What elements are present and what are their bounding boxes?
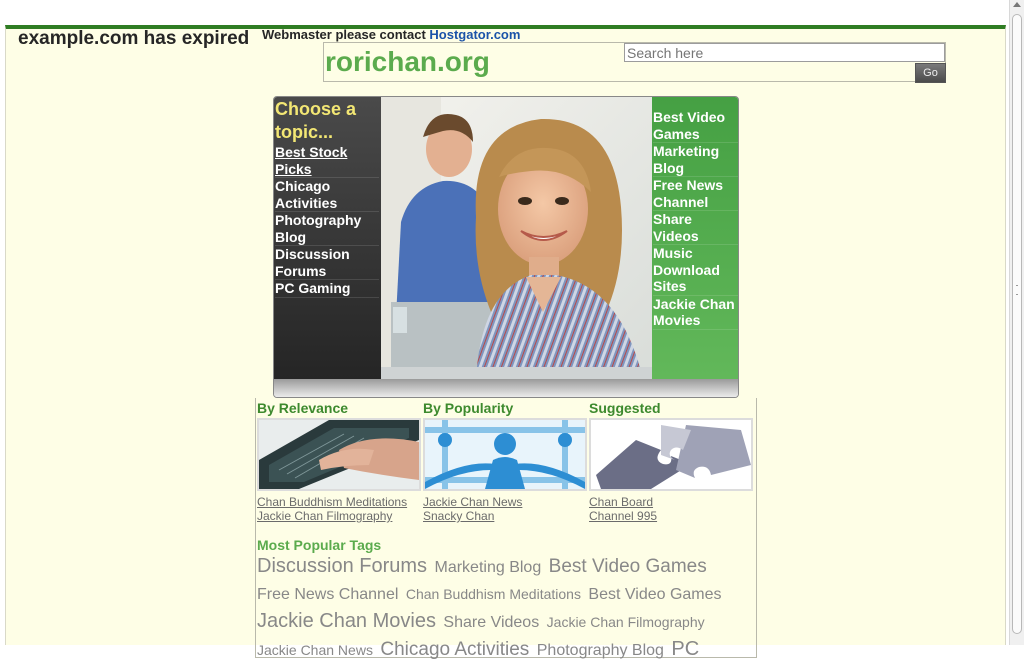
tag-link[interactable]: Jackie Chan Filmography bbox=[547, 614, 705, 630]
topic-link-marketing-blog[interactable]: Marketing Blog bbox=[653, 143, 738, 177]
topic-link-photography-blog[interactable]: Photography Blog bbox=[275, 212, 379, 246]
tag-link[interactable]: Chan Buddhism Meditations bbox=[406, 586, 581, 602]
column-heading-suggested: Suggested bbox=[589, 400, 661, 416]
link-chan-buddhism-meditations[interactable]: Chan Buddhism Meditations bbox=[257, 495, 407, 509]
tag-link[interactable]: Best Video Games bbox=[588, 586, 721, 603]
link-jackie-chan-filmography[interactable]: Jackie Chan Filmography bbox=[257, 509, 392, 523]
popular-tags-heading: Most Popular Tags bbox=[257, 537, 382, 553]
scroll-up-arrow-icon[interactable] bbox=[1013, 2, 1021, 7]
go-button[interactable]: Go bbox=[915, 63, 946, 83]
link-jackie-chan-news[interactable]: Jackie Chan News bbox=[423, 495, 522, 509]
people-network-thumbnail[interactable] bbox=[423, 418, 587, 491]
puzzle-image bbox=[591, 420, 751, 489]
column-heading-relevance: By Relevance bbox=[257, 400, 349, 416]
puzzle-pieces-thumbnail[interactable] bbox=[589, 418, 753, 491]
topic-link-pc-gaming[interactable]: PC Gaming bbox=[275, 280, 379, 298]
hostgator-link[interactable]: Hostgator.com bbox=[429, 27, 520, 42]
topic-banner: Choose a topic... Best Stock Picks Chica… bbox=[273, 96, 739, 398]
tag-link[interactable]: Free News Channel bbox=[257, 586, 398, 603]
scrollbar-thumb[interactable] bbox=[1012, 14, 1022, 634]
tag-link[interactable]: Jackie Chan News bbox=[257, 642, 373, 658]
column-heading-popularity: By Popularity bbox=[423, 400, 514, 416]
tag-link[interactable]: Best Video Games bbox=[549, 556, 707, 577]
choose-topic-label: Choose a topic... bbox=[275, 99, 357, 142]
banner-reflection bbox=[274, 379, 738, 397]
tag-link[interactable]: Chicago Activities bbox=[380, 639, 529, 660]
tag-cloud: Discussion Forums Marketing Blog Best Vi… bbox=[257, 553, 753, 664]
contact-prefix: Webmaster please contact bbox=[262, 27, 426, 42]
search-input[interactable] bbox=[624, 43, 945, 62]
topic-link-free-news-channel[interactable]: Free News Channel bbox=[653, 177, 738, 211]
topic-link-best-stock-picks[interactable]: Best Stock Picks bbox=[275, 144, 379, 178]
link-chan-board[interactable]: Chan Board bbox=[589, 495, 653, 509]
topic-link-chicago-activities[interactable]: Chicago Activities bbox=[275, 178, 379, 212]
topic-link-best-video-games[interactable]: Best Video Games bbox=[653, 109, 738, 143]
tag-link[interactable]: Share Videos bbox=[443, 614, 539, 631]
woman-smiling-photo bbox=[381, 97, 652, 379]
laptop-typing-thumbnail[interactable] bbox=[257, 418, 421, 491]
tag-link[interactable]: PC bbox=[671, 638, 699, 660]
people-network-image bbox=[425, 420, 585, 489]
vertical-scrollbar[interactable] bbox=[1009, 0, 1024, 645]
left-topic-list: Best Stock Picks Chicago Activities Phot… bbox=[275, 144, 379, 298]
contact-line: Webmaster please contact Hostgator.com bbox=[262, 27, 520, 42]
topic-link-music-download-sites[interactable]: Music Download Sites bbox=[653, 245, 738, 296]
expired-heading: example.com has expired bbox=[18, 28, 250, 49]
right-topic-list: Best Video Games Marketing Blog Free New… bbox=[653, 109, 738, 330]
topic-link-jackie-chan-movies[interactable]: Jackie Chan Movies bbox=[653, 296, 738, 330]
scrollbar-grip-icon bbox=[1016, 285, 1018, 295]
link-snacky-chan[interactable]: Snacky Chan bbox=[423, 509, 494, 523]
tag-link[interactable]: Discussion Forums bbox=[257, 555, 427, 577]
tag-link[interactable]: Marketing Blog bbox=[435, 559, 542, 576]
left-topic-panel: Choose a topic... Best Stock Picks Chica… bbox=[274, 97, 381, 379]
laptop-image bbox=[259, 420, 419, 489]
right-topic-panel: Best Video Games Marketing Blog Free New… bbox=[652, 97, 738, 379]
topic-link-share-videos[interactable]: Share Videos bbox=[653, 211, 738, 245]
tag-link[interactable]: Jackie Chan Movies bbox=[257, 610, 436, 632]
topic-link-discussion-forums[interactable]: Discussion Forums bbox=[275, 246, 379, 280]
link-channel-995[interactable]: Channel 995 bbox=[589, 509, 657, 523]
site-name[interactable]: rorichan.org bbox=[325, 46, 490, 78]
